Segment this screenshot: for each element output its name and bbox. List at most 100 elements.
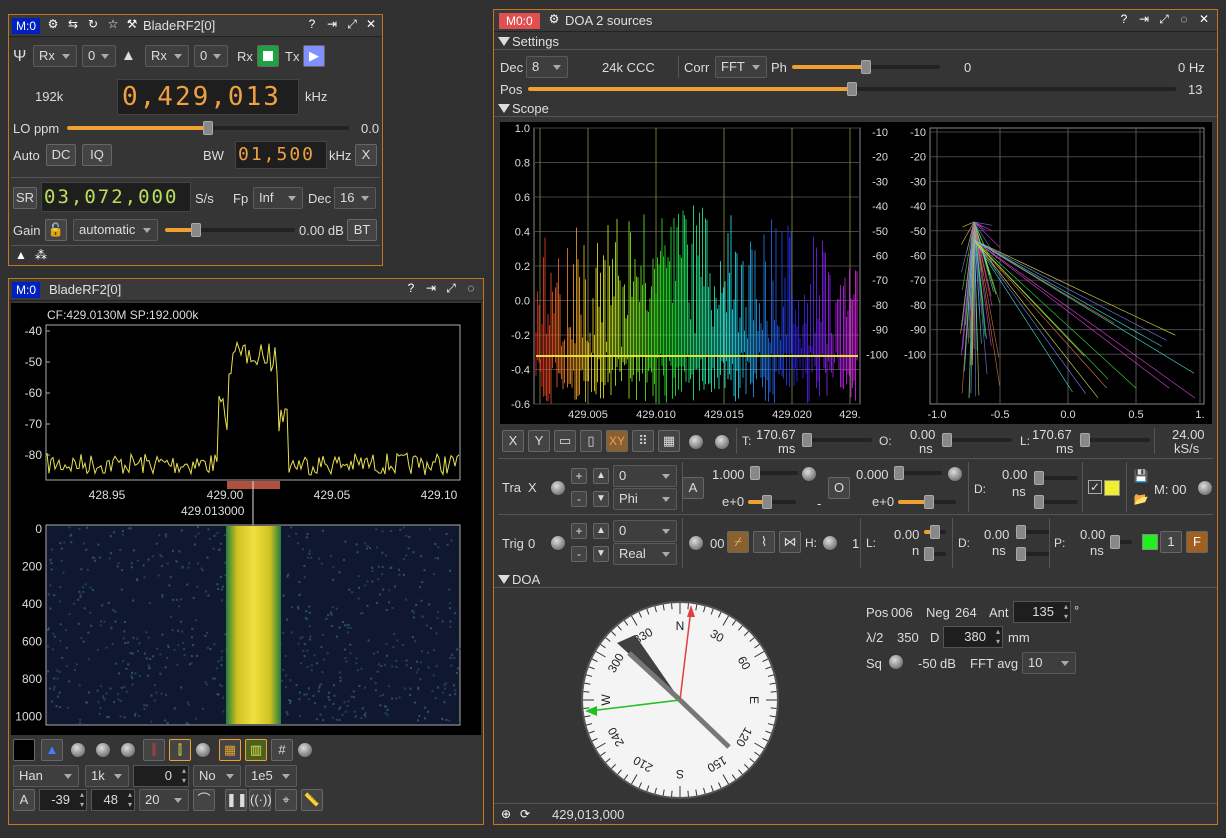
knob-3[interactable] (120, 742, 136, 758)
squelch-knob[interactable] (888, 654, 904, 670)
rx-channel-select-1[interactable]: 0 (82, 45, 116, 67)
grid-intensity-knob[interactable] (714, 434, 730, 450)
sample-rate-dial[interactable]: 03,072,000 (41, 182, 191, 212)
level-slider[interactable] (924, 525, 946, 539)
lo-ppm-slider[interactable] (67, 121, 349, 135)
trace-projection-select[interactable]: Phi (613, 488, 677, 510)
dock-icon[interactable]: ⇥ (1135, 10, 1153, 28)
amp-slider[interactable] (750, 466, 798, 480)
dock-icon[interactable]: ⇥ (323, 15, 341, 33)
reload-icon[interactable]: ↻ (84, 15, 102, 33)
fft-size-select[interactable]: 1k (85, 765, 129, 787)
offset-button[interactable]: O (828, 477, 850, 499)
dock-icon[interactable]: ⇥ (422, 279, 440, 297)
grid-button[interactable]: # (271, 739, 293, 761)
freeze-button[interactable]: F (1186, 531, 1208, 553)
help-icon[interactable]: ? (303, 15, 321, 33)
spectrum-display[interactable]: CF:429.0130M SP:192.000k -40 -50 -60 -70 -80… (11, 303, 481, 735)
network-icon[interactable]: ⁂ (32, 246, 50, 264)
linear-log-button[interactable]: ⌒ (193, 789, 215, 811)
rx-start-button[interactable] (257, 45, 279, 67)
hide-icon[interactable]: ◌ (462, 279, 480, 297)
doa-index-badge[interactable]: M0:0 (499, 13, 540, 29)
close-icon[interactable]: ✕ (362, 15, 380, 33)
move-up-button[interactable]: ▲ (593, 468, 609, 484)
max-hold-button[interactable]: ⫿ (143, 739, 165, 761)
pos-slider[interactable] (528, 82, 1176, 96)
maximize-icon[interactable]: ⤢ (343, 15, 361, 33)
auto-amp-button[interactable]: A (682, 477, 704, 499)
x-button[interactable]: X (502, 430, 524, 452)
offset-slider[interactable] (942, 433, 1012, 447)
help-icon[interactable]: ? (1115, 10, 1133, 28)
rising-edge-button[interactable]: ⌿ (727, 531, 749, 553)
corr-select[interactable]: FFT (715, 56, 767, 78)
bt-button[interactable]: BT (347, 219, 377, 241)
bw-x-button[interactable]: X (355, 144, 377, 166)
knob-4[interactable] (195, 742, 211, 758)
polar-grid-button[interactable]: ⠿ (632, 430, 654, 452)
stacked-button[interactable]: ▯ (580, 430, 602, 452)
side-by-side-button[interactable]: ▭ (554, 430, 576, 452)
save-icon[interactable]: 💾 (1132, 467, 1150, 485)
memory-knob[interactable] (1197, 480, 1213, 496)
doa-compass[interactable]: N3060E120150S210240W300330 (575, 595, 785, 805)
add-icon[interactable]: ⊕ (497, 805, 515, 823)
averaging-value-select[interactable]: 1e5 (245, 765, 297, 787)
trig-delay-slider[interactable] (1016, 525, 1050, 539)
crosshair-button[interactable]: ⌖ (275, 789, 297, 811)
tools-icon[interactable]: ⚒ (123, 15, 141, 33)
one-shot-button[interactable]: 1 (1160, 531, 1182, 553)
sr-button[interactable]: SR (13, 187, 37, 209)
histogram-button[interactable]: ▥ (245, 739, 267, 761)
both-edges-button[interactable]: ⋈ (779, 531, 801, 553)
move-down-button[interactable]: ▼ (593, 491, 609, 507)
pause-button[interactable]: ❚❚ (225, 789, 248, 811)
remove-trigger-button[interactable]: - (571, 546, 587, 562)
hold-knob[interactable] (822, 535, 838, 551)
grid-intensity-knob[interactable] (297, 742, 313, 758)
trace-knob[interactable] (550, 480, 566, 496)
iq-button[interactable]: IQ (82, 144, 112, 166)
falling-edge-button[interactable]: ⌇ (753, 531, 775, 553)
maximize-icon[interactable]: ⤢ (1155, 10, 1173, 28)
grid-button[interactable]: ▦ (658, 430, 680, 452)
y-button[interactable]: Y (528, 430, 550, 452)
averaging-mode-select[interactable]: No (193, 765, 241, 787)
gain-slider[interactable] (165, 223, 295, 237)
star-icon[interactable]: ☆ (104, 15, 122, 33)
trace-visible-checkbox[interactable]: ✓ (1088, 480, 1102, 494)
gear-icon[interactable]: ⚙ (44, 15, 62, 33)
trigger-mode-select[interactable]: Real (613, 543, 677, 565)
device-index-badge[interactable]: M:0 (12, 18, 41, 34)
delay-fine-slider[interactable] (1034, 495, 1078, 509)
broadcast-button[interactable]: ((·)) (249, 789, 272, 811)
gear-icon[interactable]: ⚙ (545, 10, 563, 28)
range-spin[interactable]: 48 (91, 789, 135, 811)
trace-index-select[interactable]: 0 (613, 465, 677, 487)
center-frequency-dial[interactable]: 0,429,013 (117, 79, 299, 115)
window-select[interactable]: Han (13, 765, 79, 787)
auto-scale-button[interactable]: A (13, 789, 35, 811)
fft-overlap-spin[interactable]: 0 (133, 765, 189, 787)
trigger-up-button[interactable]: ▲ (593, 523, 609, 539)
current-trace-button[interactable]: ⫿ (169, 739, 191, 761)
trig-delay-fine-slider[interactable] (1016, 547, 1050, 561)
amp-exp-slider[interactable] (748, 495, 796, 509)
dec-select[interactable]: 16 (334, 187, 376, 209)
trigger-down-button[interactable]: ▼ (593, 546, 609, 562)
rx-select-1[interactable]: Rx (33, 45, 77, 67)
triangle-icon[interactable]: ▲ (12, 246, 30, 264)
ofs-exp-slider[interactable] (898, 495, 956, 509)
scope-section-header[interactable]: Scope (494, 100, 1217, 117)
maximize-icon[interactable]: ⤢ (442, 279, 460, 297)
fp-select[interactable]: Inf (253, 187, 303, 209)
trigger-color-swatch[interactable] (1142, 534, 1158, 550)
trigger-knob[interactable] (550, 535, 566, 551)
measure-button[interactable]: 📏 (301, 789, 323, 811)
phase-slider[interactable] (792, 60, 940, 74)
knob-2[interactable] (95, 742, 111, 758)
swap-icon[interactable]: ⇆ (64, 15, 82, 33)
gain-mode-select[interactable]: automatic (73, 219, 158, 241)
length-slider[interactable] (1080, 433, 1150, 447)
